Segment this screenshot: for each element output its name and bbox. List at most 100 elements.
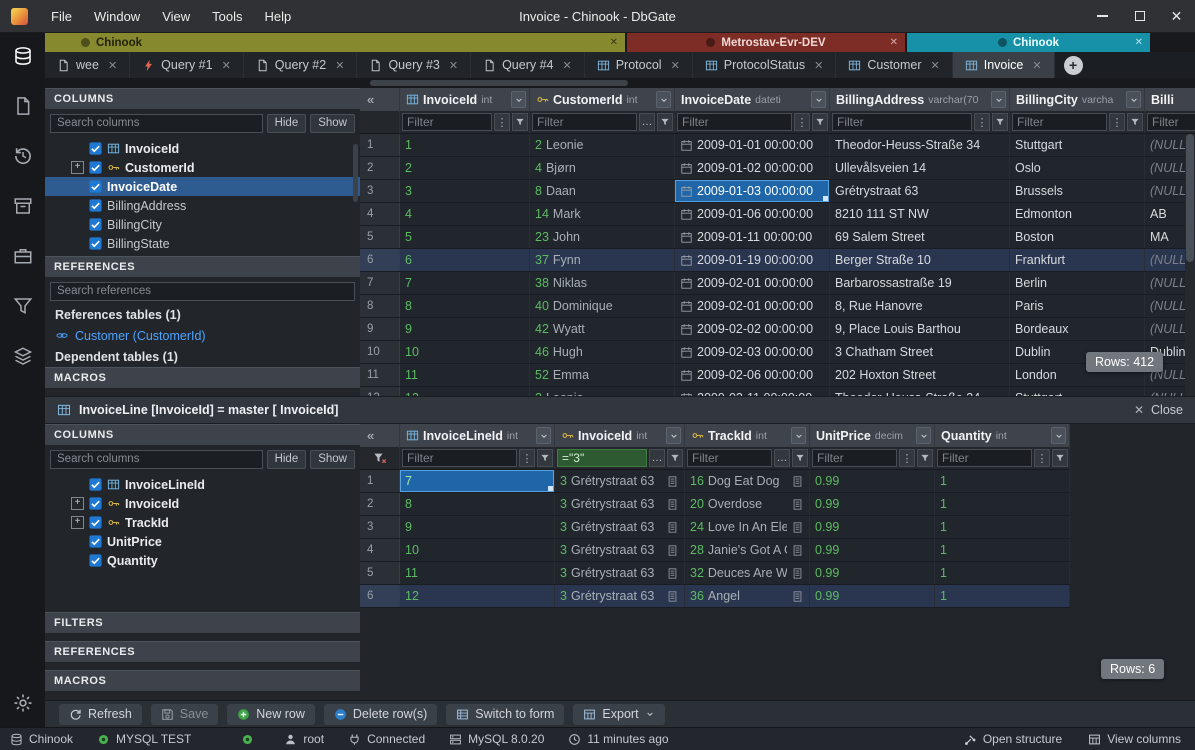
quantity-cell[interactable]: 1 <box>935 516 1070 538</box>
sidebar-layers-button[interactable] <box>13 346 33 366</box>
expander-icon[interactable]: + <box>71 497 84 510</box>
table-row[interactable]: 101046Hugh2009-02-03 00:00:003 Chatham S… <box>360 341 1195 364</box>
table-row[interactable]: 9942Wyatt2009-02-02 00:00:009, Place Lou… <box>360 318 1195 341</box>
search-references-input[interactable]: Search references <box>50 282 355 301</box>
invoice-date-cell[interactable]: 2009-01-06 00:00:00 <box>675 203 830 225</box>
column-dropdown-button[interactable] <box>916 427 931 444</box>
column-tree-item-invoicelineid[interactable]: InvoiceLineId <box>45 475 360 494</box>
row-number[interactable]: 6 <box>360 249 400 271</box>
column-dropdown-button[interactable] <box>991 91 1006 108</box>
row-number[interactable]: 10 <box>360 341 400 363</box>
menu-window[interactable]: Window <box>83 0 151 32</box>
menu-tools[interactable]: Tools <box>201 0 253 32</box>
new-tab-button[interactable]: + <box>1064 56 1083 75</box>
filter-funnel-button[interactable] <box>1052 449 1068 467</box>
tab-protocolstatus[interactable]: ProtocolStatus✕ <box>693 52 837 78</box>
menu-help[interactable]: Help <box>254 0 303 32</box>
billing-address-cell[interactable]: 69 Salem Street <box>830 226 1010 248</box>
billing-address-cell[interactable]: Berger Straße 10 <box>830 249 1010 271</box>
invoice-date-cell[interactable]: 2009-01-03 00:00:00 <box>675 180 830 202</box>
column-dropdown-button[interactable] <box>666 427 681 444</box>
close-tab-button[interactable]: ✕ <box>563 59 572 72</box>
table-row[interactable]: 5113Grétrystraat 6332Deuces Are Wild0.99… <box>360 562 1070 585</box>
billing-address-cell[interactable]: Ullevålsveien 14 <box>830 157 1010 179</box>
row-number[interactable]: 2 <box>360 157 400 179</box>
menu-view[interactable]: View <box>151 0 201 32</box>
column-header-quantity[interactable]: Quantityint <box>935 424 1070 447</box>
filter-menu-button[interactable]: ⋮ <box>519 449 535 467</box>
close-tab-button[interactable]: ✕ <box>814 59 823 72</box>
billing-city-cell[interactable]: Brussels <box>1010 180 1145 202</box>
table-row[interactable]: 12122Leonie2009-02-11 00:00:00Theodor-He… <box>360 387 1195 396</box>
tab-protocol[interactable]: Protocol✕ <box>585 52 693 78</box>
quantity-cell[interactable]: 1 <box>935 562 1070 584</box>
invoice-date-cell[interactable]: 2009-02-11 00:00:00 <box>675 387 830 396</box>
billing-city-cell[interactable]: Boston <box>1010 226 1145 248</box>
checkbox[interactable] <box>89 161 102 174</box>
invoice-date-cell[interactable]: 2009-02-01 00:00:00 <box>675 295 830 317</box>
detail-hide-button[interactable]: Hide <box>267 450 307 469</box>
column-tree-item-quantity[interactable]: Quantity <box>45 551 360 570</box>
filter-menu-button[interactable]: … <box>774 449 790 467</box>
filters-section-header[interactable]: FILTERS <box>45 612 360 634</box>
invoice-line-id-cell[interactable]: 12 <box>400 585 555 607</box>
filter-funnel-button[interactable] <box>812 113 828 131</box>
billing-city-cell[interactable]: Stuttgart <box>1010 134 1145 156</box>
invoice-id-cell[interactable]: 7 <box>400 272 530 294</box>
table-row[interactable]: 111152Emma2009-02-06 00:00:00202 Hoxton … <box>360 364 1195 387</box>
invoice-date-cell[interactable]: 2009-01-19 00:00:00 <box>675 249 830 271</box>
invoice-id-cell[interactable]: 3Grétrystraat 63 <box>555 562 685 584</box>
detail-search-columns-input[interactable]: Search columns <box>50 450 263 469</box>
show-button[interactable]: Show <box>310 114 355 133</box>
status-mysql-test[interactable]: MYSQL TEST <box>97 732 191 746</box>
unit-price-cell[interactable]: 0.99 <box>810 470 935 492</box>
invoice-id-cell[interactable]: 3 <box>400 180 530 202</box>
column-header-invoiceid[interactable]: InvoiceIdint <box>400 88 530 111</box>
row-number[interactable]: 4 <box>360 539 400 561</box>
invoice-date-cell[interactable]: 2009-01-02 00:00:00 <box>675 157 830 179</box>
close-tab-button[interactable]: ✕ <box>449 59 458 72</box>
filter-input-unitprice[interactable]: Filter <box>812 449 897 467</box>
filter-funnel-button[interactable] <box>992 113 1008 131</box>
billing-city-cell[interactable]: Stuttgart <box>1010 387 1145 396</box>
filter-menu-button[interactable]: … <box>639 113 655 131</box>
filter-funnel-button[interactable] <box>667 449 683 467</box>
column-header-customerid[interactable]: CustomerIdint <box>530 88 675 111</box>
row-number[interactable]: 3 <box>360 180 400 202</box>
filter-menu-button[interactable]: … <box>649 449 665 467</box>
sidebar-settings-button[interactable] <box>13 693 33 713</box>
unit-price-cell[interactable]: 0.99 <box>810 493 935 515</box>
filter-funnel-button[interactable] <box>792 449 808 467</box>
new-row-button[interactable]: New row <box>227 704 315 725</box>
filter-menu-button[interactable]: ⋮ <box>794 113 810 131</box>
tab-customer[interactable]: Customer✕ <box>836 52 952 78</box>
billing-address-cell[interactable]: Theodor-Heuss-Straße 34 <box>830 387 1010 396</box>
invoice-id-cell[interactable]: 8 <box>400 295 530 317</box>
invoice-id-cell[interactable]: 3Grétrystraat 63 <box>555 539 685 561</box>
tab-wee[interactable]: wee✕ <box>45 52 130 78</box>
filter-input-billingaddress[interactable]: Filter <box>832 113 972 131</box>
track-id-cell[interactable]: 36Angel <box>685 585 810 607</box>
invoice-id-cell[interactable]: 6 <box>400 249 530 271</box>
reference-link-customer[interactable]: Customer (CustomerId) <box>45 325 360 346</box>
checkbox[interactable] <box>89 180 102 193</box>
customer-id-cell[interactable]: 52Emma <box>530 364 675 386</box>
column-tree-item-trackid[interactable]: +TrackId <box>45 513 360 532</box>
invoice-date-cell[interactable]: 2009-02-03 00:00:00 <box>675 341 830 363</box>
filter-input-invoicelineid[interactable]: Filter <box>402 449 517 467</box>
maximize-button[interactable] <box>1121 0 1158 32</box>
customer-id-cell[interactable]: 2Leonie <box>530 387 675 396</box>
close-tab-button[interactable]: ✕ <box>931 59 940 72</box>
track-id-cell[interactable]: 32Deuces Are Wild <box>685 562 810 584</box>
column-header-invoicedate[interactable]: InvoiceDatedateti <box>675 88 830 111</box>
customer-id-cell[interactable]: 38Niklas <box>530 272 675 294</box>
column-tree-item-billingcity[interactable]: BillingCity <box>45 215 360 234</box>
tab-query-3[interactable]: Query #3✕ <box>357 52 471 78</box>
billing-address-cell[interactable]: 202 Hoxton Street <box>830 364 1010 386</box>
column-header-invoicelineid[interactable]: InvoiceLineIdint <box>400 424 555 447</box>
column-header-unitprice[interactable]: UnitPricedecim <box>810 424 935 447</box>
customer-id-cell[interactable]: 46Hugh <box>530 341 675 363</box>
row-number[interactable]: 8 <box>360 295 400 317</box>
sidebar-briefcase-button[interactable] <box>13 246 33 266</box>
column-dropdown-button[interactable] <box>811 91 826 108</box>
